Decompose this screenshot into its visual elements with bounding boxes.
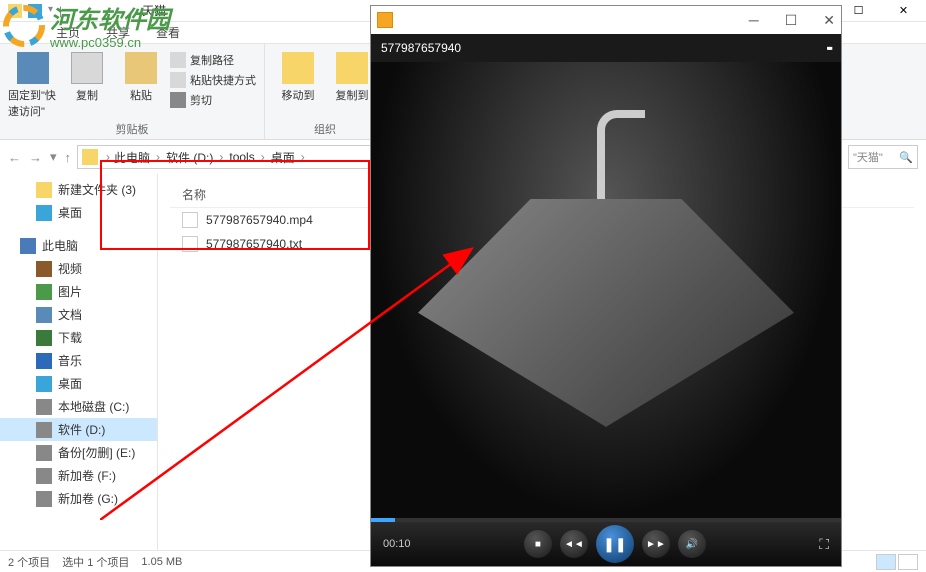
sidebar-this-pc[interactable]: 此电脑 bbox=[0, 234, 157, 257]
player-app-icon bbox=[377, 12, 393, 28]
sidebar-disk-g[interactable]: 新加卷 (G:) bbox=[0, 487, 157, 510]
sidebar-disk-f[interactable]: 新加卷 (F:) bbox=[0, 464, 157, 487]
search-input[interactable]: "天猫" 🔍 bbox=[848, 145, 918, 169]
crumb-this-pc[interactable]: 此电脑 bbox=[114, 149, 166, 166]
up-button[interactable]: ↑ bbox=[65, 150, 72, 165]
player-time: 00:10 bbox=[383, 538, 411, 550]
dropdown-icon[interactable]: ▾ bbox=[48, 4, 53, 18]
close-button[interactable]: ✕ bbox=[881, 0, 926, 22]
copy-path-button[interactable]: 复制路径 bbox=[170, 52, 256, 68]
sidebar: 新建文件夹 (3) 桌面 此电脑 视频 图片 文档 下载 音乐 桌面 本地磁盘 … bbox=[0, 174, 158, 550]
previous-button[interactable]: ◄◄ bbox=[560, 530, 588, 558]
view-icons-button[interactable] bbox=[898, 554, 918, 570]
crumb-tools[interactable]: tools bbox=[229, 150, 270, 164]
app-icon bbox=[28, 4, 42, 18]
crumb-desktop[interactable]: 桌面 bbox=[271, 149, 311, 166]
back-button[interactable]: ← bbox=[8, 150, 21, 165]
player-titlebar: ─ ☐ ✕ bbox=[371, 6, 841, 34]
player-close-button[interactable]: ✕ bbox=[823, 12, 835, 29]
sidebar-pictures[interactable]: 图片 bbox=[0, 280, 157, 303]
sidebar-disk-e[interactable]: 备份[勿删] (E:) bbox=[0, 441, 157, 464]
folder-icon bbox=[82, 149, 98, 165]
forward-button[interactable]: → bbox=[29, 150, 42, 165]
play-pause-button[interactable]: ❚❚ bbox=[596, 525, 634, 563]
sidebar-new-folder[interactable]: 新建文件夹 (3) bbox=[0, 178, 157, 201]
tab-share[interactable]: 共享 bbox=[106, 24, 130, 41]
player-controls: 00:10 ■ ◄◄ ❚❚ ►► 🔊 ⛶ bbox=[371, 522, 841, 566]
player-title: 577987657940 bbox=[381, 41, 461, 55]
video-content-sink bbox=[418, 199, 794, 427]
status-size: 1.05 MB bbox=[141, 556, 182, 568]
copy-button[interactable]: 复制 bbox=[62, 48, 112, 103]
window-title: 天猫 bbox=[142, 2, 166, 19]
crumb-drive-d[interactable]: 软件 (D:) bbox=[166, 149, 229, 166]
tab-view[interactable]: 查看 bbox=[156, 24, 180, 41]
next-button[interactable]: ►► bbox=[642, 530, 670, 558]
sidebar-disk-d[interactable]: 软件 (D:) bbox=[0, 418, 157, 441]
sidebar-downloads[interactable]: 下载 bbox=[0, 326, 157, 349]
file-icon bbox=[182, 236, 198, 252]
sidebar-desktop2[interactable]: 桌面 bbox=[0, 372, 157, 395]
tab-home[interactable]: 主页 bbox=[56, 24, 80, 41]
status-item-count: 2 个项目 bbox=[8, 554, 50, 570]
sidebar-documents[interactable]: 文档 bbox=[0, 303, 157, 326]
video-content-faucet bbox=[597, 130, 605, 210]
cut-button[interactable]: 剪切 bbox=[170, 92, 256, 108]
stop-button[interactable]: ■ bbox=[524, 530, 552, 558]
move-to-button[interactable]: 移动到 bbox=[273, 48, 323, 103]
player-minimize-button[interactable]: ─ bbox=[749, 12, 759, 29]
sidebar-desktop[interactable]: 桌面 bbox=[0, 201, 157, 224]
file-icon bbox=[182, 212, 198, 228]
maximize-button[interactable]: ☐ bbox=[836, 0, 881, 22]
player-menu-icon[interactable]: ▪▪ bbox=[826, 41, 831, 55]
view-details-button[interactable] bbox=[876, 554, 896, 570]
search-icon: 🔍 bbox=[899, 151, 913, 164]
history-dropdown[interactable]: ▾ bbox=[50, 149, 57, 165]
pin-button[interactable]: 固定到"快速访问" bbox=[8, 48, 58, 119]
player-maximize-button[interactable]: ☐ bbox=[785, 12, 798, 29]
player-header: 577987657940 ▪▪ bbox=[371, 34, 841, 62]
fullscreen-button[interactable]: ⛶ bbox=[819, 536, 829, 553]
clipboard-group-label: 剪贴板 bbox=[8, 119, 256, 137]
paste-button[interactable]: 粘贴 bbox=[116, 48, 166, 103]
folder-icon bbox=[8, 4, 22, 18]
volume-button[interactable]: 🔊 bbox=[678, 530, 706, 558]
sidebar-disk-c[interactable]: 本地磁盘 (C:) bbox=[0, 395, 157, 418]
paste-shortcut-button[interactable]: 粘贴快捷方式 bbox=[170, 72, 256, 88]
player-video-area[interactable] bbox=[371, 62, 841, 518]
sidebar-music[interactable]: 音乐 bbox=[0, 349, 157, 372]
media-player-window: ─ ☐ ✕ 577987657940 ▪▪ 00:10 ■ ◄◄ ❚❚ ►► 🔊… bbox=[370, 5, 842, 567]
sidebar-video[interactable]: 视频 bbox=[0, 257, 157, 280]
status-selected: 选中 1 个项目 bbox=[62, 554, 129, 570]
organize-group-label: 组织 bbox=[273, 119, 377, 137]
